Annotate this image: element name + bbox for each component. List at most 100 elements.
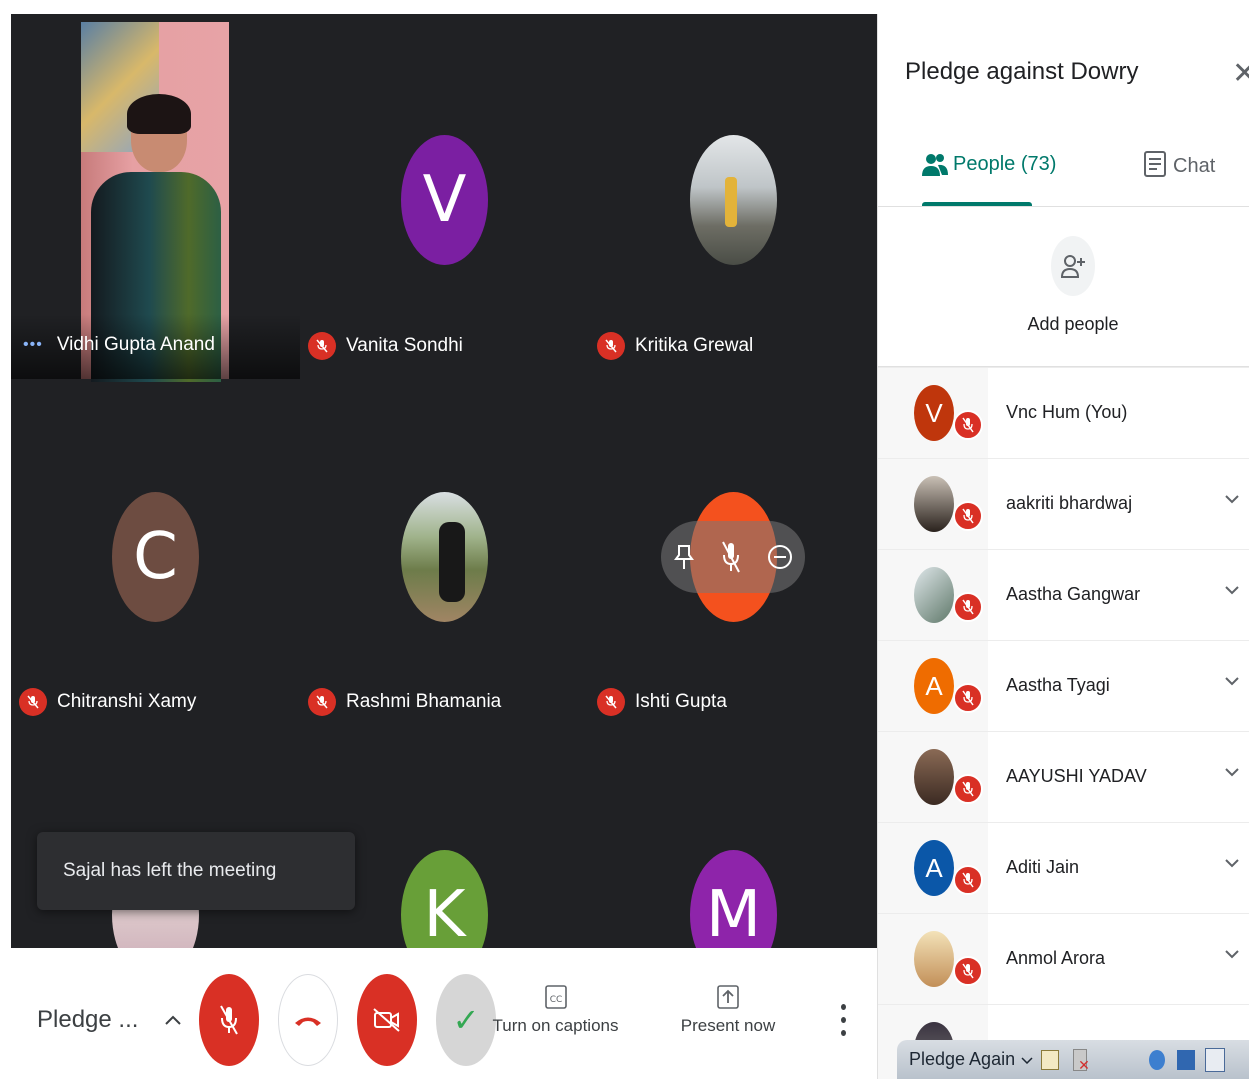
add-people-label: Add people xyxy=(1027,314,1119,334)
participant-row[interactable]: AAYUSHI YADAV xyxy=(878,731,1249,823)
video-tile-kritika[interactable]: Kritika Grewal xyxy=(589,14,877,379)
chevron-down-icon[interactable] xyxy=(1224,857,1240,869)
nameplate: ••• Vidhi Gupta Anand xyxy=(23,334,215,356)
avatar: A xyxy=(914,658,954,714)
attendance-check-button[interactable]: ✓ xyxy=(436,974,496,1066)
chevron-down-icon[interactable] xyxy=(1224,766,1240,778)
video-tile-vidhi[interactable]: ••• Vidhi Gupta Anand xyxy=(11,14,300,382)
mute-participant-icon[interactable] xyxy=(720,540,742,574)
chevron-down-icon[interactable] xyxy=(1224,493,1240,505)
participant-name: Vanita Sondhi xyxy=(346,335,463,356)
participant-name: Rashmi Bhamania xyxy=(346,691,502,712)
participant-row[interactable]: A Aastha Tyagi xyxy=(878,640,1249,732)
present-label: Present now xyxy=(680,1016,776,1035)
video-tile-chitranshi[interactable]: C Chitranshi Xamy xyxy=(11,379,300,734)
participant-name: Kritika Grewal xyxy=(635,335,754,356)
participant-row[interactable]: A Aditi Jain xyxy=(878,822,1249,914)
present-screen-icon xyxy=(717,985,739,1009)
participant-name: Chitranshi Xamy xyxy=(57,691,197,712)
nameplate: Ishti Gupta xyxy=(597,688,727,716)
mic-off-icon xyxy=(953,501,983,531)
tile-hover-controls xyxy=(661,521,805,593)
remove-participant-icon[interactable] xyxy=(767,544,793,570)
avatar: V xyxy=(914,385,954,441)
chevron-down-icon[interactable] xyxy=(1224,675,1240,687)
taskbar-item[interactable]: Pledge Again ✕ xyxy=(897,1040,1249,1079)
meeting-details-button[interactable]: Pledge ... xyxy=(37,1006,182,1034)
nameplate: Kritika Grewal xyxy=(597,332,753,360)
video-tile-vanita[interactable]: V Vanita Sondhi xyxy=(300,14,589,379)
tab-people[interactable]: People (73) xyxy=(921,150,1056,178)
tab-divider xyxy=(878,206,1249,207)
avatar-photo xyxy=(914,567,954,623)
meeting-title: Pledge ... xyxy=(37,1006,139,1033)
chevron-down-icon[interactable] xyxy=(1224,948,1240,960)
checkmark-icon: ✓ xyxy=(452,1001,480,1039)
participant-name: Vnc Hum (You) xyxy=(1006,402,1128,422)
add-people-button[interactable]: Add people xyxy=(1027,236,1119,335)
avatar: K xyxy=(401,850,488,948)
participant-row[interactable]: Anmol Arora xyxy=(878,913,1249,1005)
tab-chat-label: Chat xyxy=(1173,154,1216,177)
participant-name: Aditi Jain xyxy=(1006,857,1080,877)
avatar-photo xyxy=(914,749,954,805)
avatar: A xyxy=(914,840,954,896)
mic-off-icon xyxy=(597,332,625,360)
participant-name: Vidhi Gupta Anand xyxy=(56,334,215,355)
participant-name: aakriti bhardwaj xyxy=(1006,493,1133,513)
avatar-photo xyxy=(914,476,954,532)
toggle-camera-button[interactable] xyxy=(357,974,417,1066)
toggle-mic-button[interactable] xyxy=(199,974,259,1066)
mic-off-icon xyxy=(953,774,983,804)
participant-name: Anmol Arora xyxy=(1006,948,1106,968)
mic-off-icon xyxy=(953,865,983,895)
present-now-button[interactable]: Present now xyxy=(678,984,778,1036)
mic-off-icon xyxy=(597,688,625,716)
leave-call-button[interactable] xyxy=(278,974,338,1066)
delete-icon[interactable]: ✕ xyxy=(1073,1048,1090,1072)
avatar: M xyxy=(690,850,777,948)
chevron-up-icon xyxy=(165,1015,182,1025)
video-tile-m[interactable]: M xyxy=(589,734,877,948)
captions-button[interactable]: CC Turn on captions xyxy=(493,984,619,1036)
pin-icon[interactable] xyxy=(673,543,695,571)
mic-off-icon xyxy=(19,688,47,716)
participant-row[interactable]: aakriti bhardwaj xyxy=(878,458,1249,550)
save-icon[interactable] xyxy=(1177,1049,1196,1070)
avatar-photo xyxy=(401,492,488,622)
edit-icon[interactable] xyxy=(1041,1049,1060,1070)
avatar: V xyxy=(401,135,488,265)
mic-off-icon xyxy=(308,688,336,716)
close-icon[interactable]: ✕ xyxy=(1232,56,1249,91)
svg-text:CC: CC xyxy=(549,995,562,1005)
video-tile-ishti[interactable]: Ishti Gupta xyxy=(589,379,877,734)
toast-text: Sajal has left the meeting xyxy=(63,860,277,881)
mic-off-icon xyxy=(953,956,983,986)
hang-up-icon xyxy=(295,1017,321,1026)
chevron-down-icon[interactable] xyxy=(1224,584,1240,596)
bug-icon[interactable] xyxy=(1149,1049,1166,1070)
html-file-icon[interactable] xyxy=(1205,1047,1226,1072)
participant-row[interactable]: Aastha Gangwar xyxy=(878,549,1249,641)
mic-off-icon xyxy=(953,683,983,713)
chat-icon xyxy=(1144,151,1166,177)
video-grid: ••• Vidhi Gupta Anand V Vanita Sondhi Kr… xyxy=(11,14,877,948)
participant-name: Ishti Gupta xyxy=(635,691,727,712)
participant-row[interactable]: V Vnc Hum (You) xyxy=(878,367,1249,459)
tab-chat[interactable]: Chat xyxy=(1143,150,1215,182)
captions-label: Turn on captions xyxy=(492,1016,619,1035)
panel-title: Pledge against Dowry xyxy=(905,58,1139,85)
camera-off-icon xyxy=(373,1008,400,1032)
avatar-photo xyxy=(914,931,954,987)
mic-off-icon xyxy=(308,332,336,360)
speaking-dots-icon: ••• xyxy=(23,336,43,353)
avatar-photo xyxy=(690,135,777,265)
video-tile-rashmi[interactable]: Rashmi Bhamania xyxy=(300,379,589,734)
mic-off-icon xyxy=(953,592,983,622)
mic-off-icon xyxy=(220,1005,238,1035)
mic-off-icon xyxy=(953,410,983,440)
participant-name: Aastha Tyagi xyxy=(1006,675,1110,695)
people-panel: Pledge against Dowry ✕ People (73) Chat … xyxy=(877,14,1249,1079)
nameplate: Rashmi Bhamania xyxy=(308,688,501,716)
more-options-icon[interactable] xyxy=(837,1004,849,1036)
